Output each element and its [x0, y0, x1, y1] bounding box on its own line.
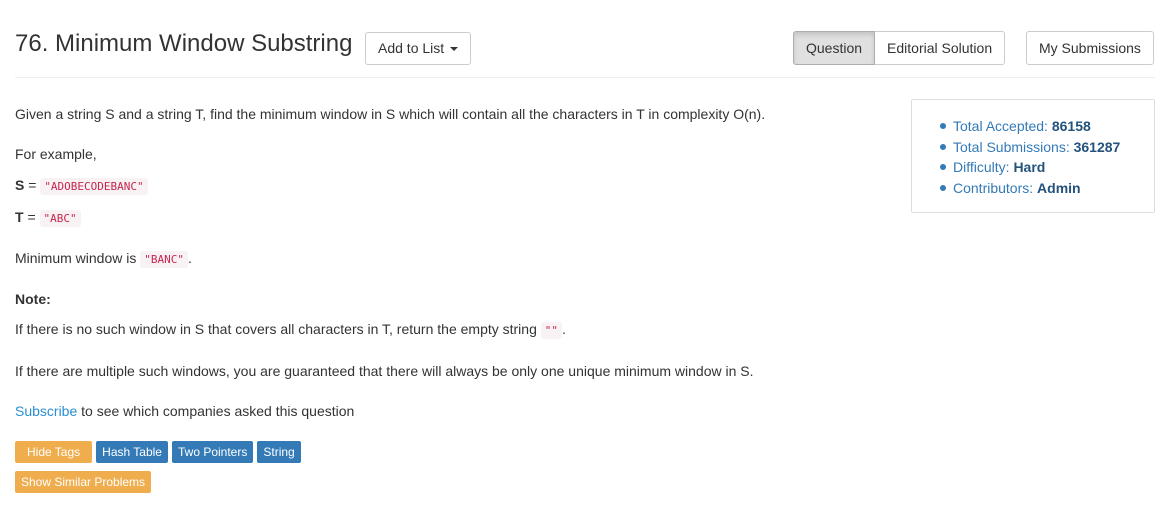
stat-label: Total Submissions: — [953, 138, 1070, 155]
show-similar-problems-button[interactable]: Show Similar Problems — [15, 471, 152, 493]
contributor-link[interactable]: Admin — [1037, 180, 1081, 196]
stat-contributors: Contributors: Admin — [940, 178, 1120, 199]
note-2: If there are multiple such windows, you … — [15, 363, 754, 379]
tab-question[interactable]: Question — [793, 31, 876, 65]
note-heading: Note: — [15, 289, 51, 309]
bullet-icon — [940, 123, 946, 130]
note-1-value: "" — [540, 322, 563, 339]
stat-total-accepted: Total Accepted: 86158 — [940, 116, 1120, 137]
bullet-icon — [940, 143, 946, 150]
problem-intro: Given a string S and a string T, find th… — [15, 106, 766, 122]
min-window-value: "BANC" — [140, 251, 188, 268]
example-t: T = "ABC" — [15, 207, 81, 229]
example-s: S = "ADOBECODEBANC" — [15, 175, 148, 197]
note-1: If there is no such window in S that cov… — [15, 321, 566, 339]
stat-value: 86158 — [1051, 118, 1091, 134]
my-submissions-button[interactable]: My Submissions — [1026, 31, 1154, 65]
stat-difficulty: Difficulty: Hard — [940, 157, 1120, 178]
for-example-label: For example, — [15, 146, 97, 162]
subscribe-text: to see which companies asked this questi… — [81, 403, 355, 419]
min-window-text: Minimum window is — [15, 250, 137, 266]
caret-down-icon — [450, 47, 459, 52]
stats-list: Total Accepted: 86158 Total Submissions:… — [940, 116, 1120, 198]
min-window-line: Minimum window is "BANC". — [15, 250, 192, 268]
note-label: Note: — [15, 291, 51, 307]
stats-panel: Total Accepted: 86158 Total Submissions:… — [911, 99, 1155, 213]
tag-two-pointers[interactable]: Two Pointers — [171, 441, 254, 463]
subscribe-line: Subscribe to see which companies asked t… — [15, 401, 354, 421]
add-to-list-button[interactable]: Add to List — [365, 32, 472, 65]
s-label: S — [15, 177, 25, 193]
page-title: 76. Minimum Window Substring — [15, 30, 353, 57]
subscribe-link[interactable]: Subscribe — [15, 403, 77, 419]
bullet-icon — [940, 185, 946, 192]
stat-value: Hard — [1013, 159, 1046, 176]
hide-tags-button[interactable]: Hide Tags — [15, 441, 93, 463]
tag-string[interactable]: String — [257, 441, 301, 463]
page-header: 76. Minimum Window Substring Add to List… — [15, 0, 1155, 78]
tab-editorial-solution[interactable]: Editorial Solution — [875, 31, 1006, 65]
t-label: T — [15, 209, 24, 225]
stat-label: Contributors: — [953, 179, 1034, 196]
view-tabs: Question Editorial Solution — [793, 31, 1006, 65]
tag-hash-table[interactable]: Hash Table — [96, 441, 168, 463]
stat-label: Total Accepted: — [953, 118, 1048, 134]
add-to-list-label: Add to List — [378, 40, 445, 56]
stat-label: Difficulty: — [953, 159, 1010, 176]
s-value: "ADOBECODEBANC" — [40, 178, 148, 195]
bullet-icon — [940, 164, 946, 171]
note-1-text: If there is no such window in S that cov… — [15, 321, 537, 337]
t-value: "ABC" — [39, 210, 81, 227]
stat-total-submissions: Total Submissions: 361287 — [940, 137, 1120, 158]
tags-row: Hide Tags Hash Table Two Pointers String — [15, 441, 301, 463]
stat-value: 361287 — [1073, 138, 1121, 155]
